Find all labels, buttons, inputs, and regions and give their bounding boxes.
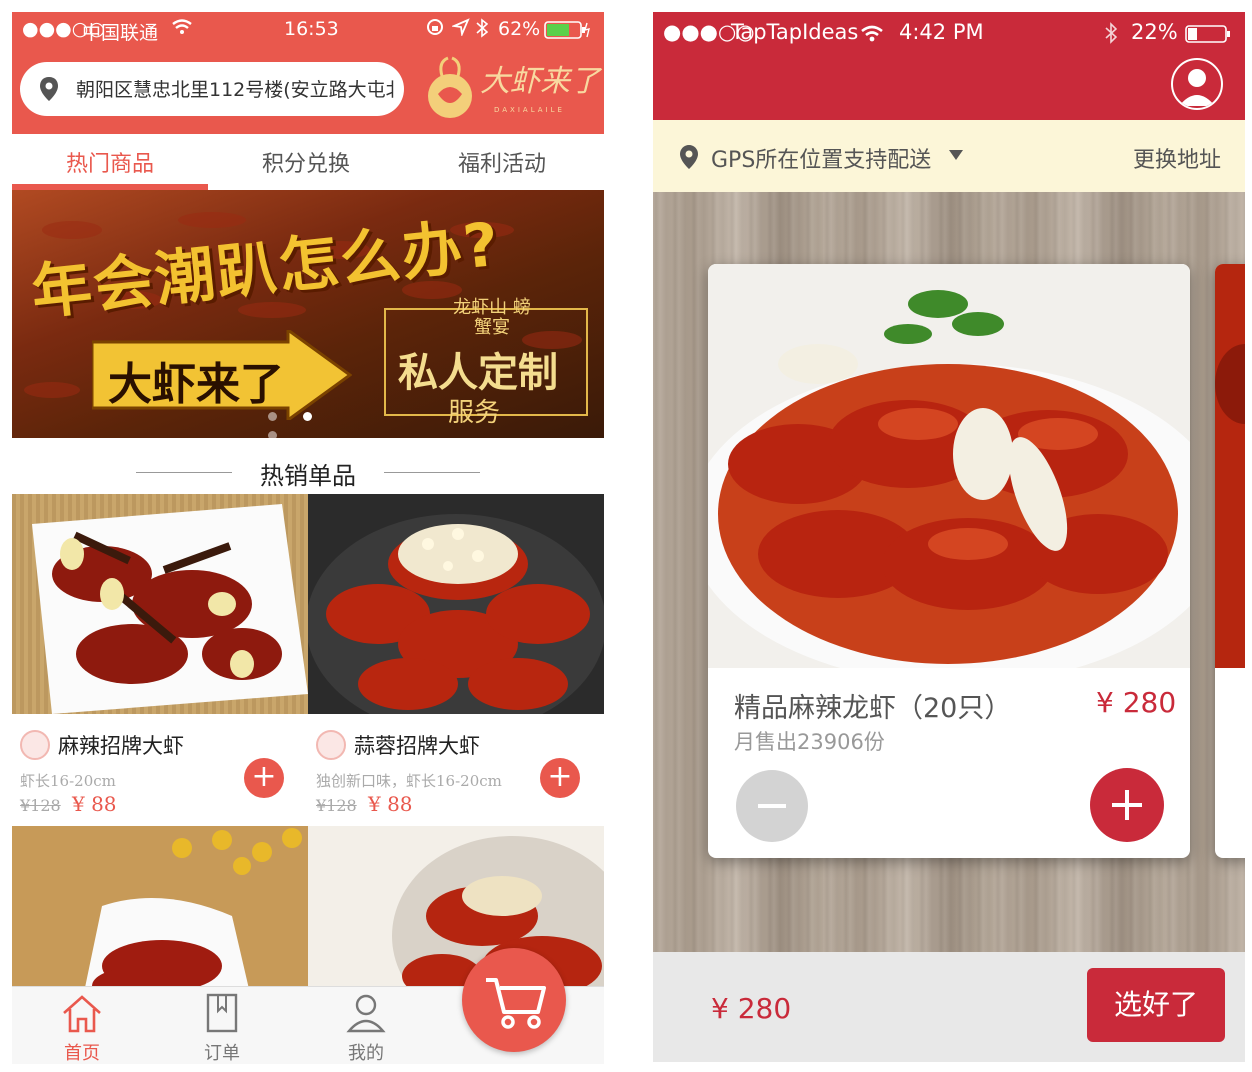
bluetooth-icon [476,18,489,43]
clock: 4:42 PM [899,20,984,44]
crayfish-icon [20,730,50,760]
user-icon [346,994,386,1033]
brand-logo: 大虾来了 DAXIALAILE [412,50,602,130]
add-to-cart-button[interactable]: + [540,758,580,798]
banner-brand-text: 大虾来了 [108,359,284,410]
tab-orders[interactable]: 订单 [152,987,292,1064]
location-pin-icon [40,77,58,101]
tab-profile-label: 我的 [348,1043,384,1064]
address-selector[interactable]: 朝阳区慧忠北里112号楼(安立路大屯北 [20,62,404,116]
brand-name: 大虾来了 [480,64,600,99]
promo-banner[interactable]: 年会潮趴怎么办? 大虾来了 龙虾山 螃蟹宴 私人定制 服务 [12,190,604,438]
section-title: 热销单品 [260,462,356,490]
right-app-screen: ●●●○○ TapTapIdeas 4:42 PM 22% GPS所在位置支持配… [653,12,1245,1062]
address-text: 朝阳区慧忠北里112号楼(安立路大屯北 [76,79,396,101]
carousel-dots[interactable] [268,406,348,440]
monthly-sales: 月售出23906份 [734,730,885,754]
cart-button[interactable] [462,948,566,1052]
lock-rotation-icon [426,18,444,41]
decrease-quantity-button[interactable] [736,770,808,842]
shopping-cart-icon [486,978,546,1029]
product-description: 独创新口味，虾长16-20cm [316,772,502,790]
wifi-icon [861,24,883,48]
wifi-icon [172,18,192,40]
product-card[interactable]: 精品麻辣龙虾（20只） 月售出23906份 ¥ 280 [708,264,1190,858]
next-card-image [1215,264,1245,668]
battery-percent: 22% [1131,20,1178,44]
caret-down-icon[interactable] [949,150,963,160]
carrier-label: 中国联通 [82,22,159,44]
product-photo [308,494,604,714]
cart-total: ¥ 280 [711,992,792,1025]
carrier-label: TapTapIdeas [731,20,859,44]
status-bar: ●●●○○ 中国联通 16:53 62% [12,12,604,46]
carousel-dot[interactable] [268,431,277,440]
delivery-location-text: GPS所在位置支持配送 [711,148,932,173]
avatar-icon [1179,69,1215,106]
bluetooth-icon [1105,22,1118,49]
tab-orders-label: 订单 [204,1043,240,1064]
clock: 16:53 [284,18,339,40]
divider-line [384,472,480,473]
carousel-dot[interactable] [268,412,277,421]
product-original-price: ¥128 [316,796,357,815]
orders-book-icon [206,993,238,1033]
product-original-price: ¥128 [20,796,61,815]
battery-icon [1185,24,1231,48]
increase-quantity-button[interactable] [1090,768,1164,842]
product-card[interactable]: 麻辣招牌大虾 虾长16-20cm ¥128 ¥ 88 + [12,494,308,826]
carousel-dot-active[interactable] [303,412,312,421]
battery-percent: 62% [498,18,541,40]
spicy-crayfish-plate-image [708,264,1190,668]
banner-seal-main: 私人定制 [398,350,558,396]
banner-seal-title: 龙虾山 螃蟹宴 [453,297,531,338]
product-name: 麻辣招牌大虾 [58,734,184,758]
tab-home-label: 首页 [64,1043,100,1064]
status-bar: ●●●○○ TapTapIdeas 4:42 PM 22% [653,12,1245,52]
change-address-link[interactable]: 更换地址 [1133,142,1221,174]
product-photo [12,494,308,714]
product-price: ¥ 280 [1096,686,1177,719]
tab-home[interactable]: 首页 [12,987,152,1064]
banner-seal-sub: 服务 [448,398,501,428]
brand-subtitle: DAXIALAILE [494,106,565,114]
checkout-bar: ¥ 280 选好了 [653,952,1245,1062]
product-name: 蒜蓉招牌大虾 [354,734,480,758]
product-price: ¥ 88 [72,792,117,816]
app-header: 朝阳区慧忠北里112号楼(安立路大屯北 大虾来了 DAXIALAILE [12,46,604,134]
product-price: ¥ 88 [368,792,413,816]
crayfish-logo-icon [428,56,472,118]
product-photo [708,264,1190,668]
app-header [653,52,1245,120]
delivery-location-bar[interactable]: GPS所在位置支持配送 更换地址 [653,120,1245,192]
battery-icon [544,21,590,44]
tab-profile[interactable]: 我的 [296,987,436,1064]
profile-avatar-button[interactable] [1171,58,1223,110]
product-card[interactable]: 蒜蓉招牌大虾 独创新口味，虾长16-20cm ¥128 ¥ 88 + [308,494,604,826]
add-to-cart-button[interactable]: + [244,758,284,798]
garlic-crayfish-image [308,494,604,714]
product-description: 虾长16-20cm [20,772,116,790]
next-card-peek[interactable] [1215,264,1245,858]
location-pin-icon [680,145,698,169]
left-app-screen: ●●●○○ 中国联通 16:53 62% 朝阳区慧忠北里112号楼(安立路大屯北 [12,12,604,1064]
product-name: 精品麻辣龙虾（20只） [734,693,1012,724]
location-arrow-icon [450,18,470,41]
home-icon [63,995,101,1033]
confirm-selection-button[interactable]: 选好了 [1087,968,1225,1042]
crayfish-icon [316,730,346,760]
spicy-crayfish-image [12,494,308,714]
